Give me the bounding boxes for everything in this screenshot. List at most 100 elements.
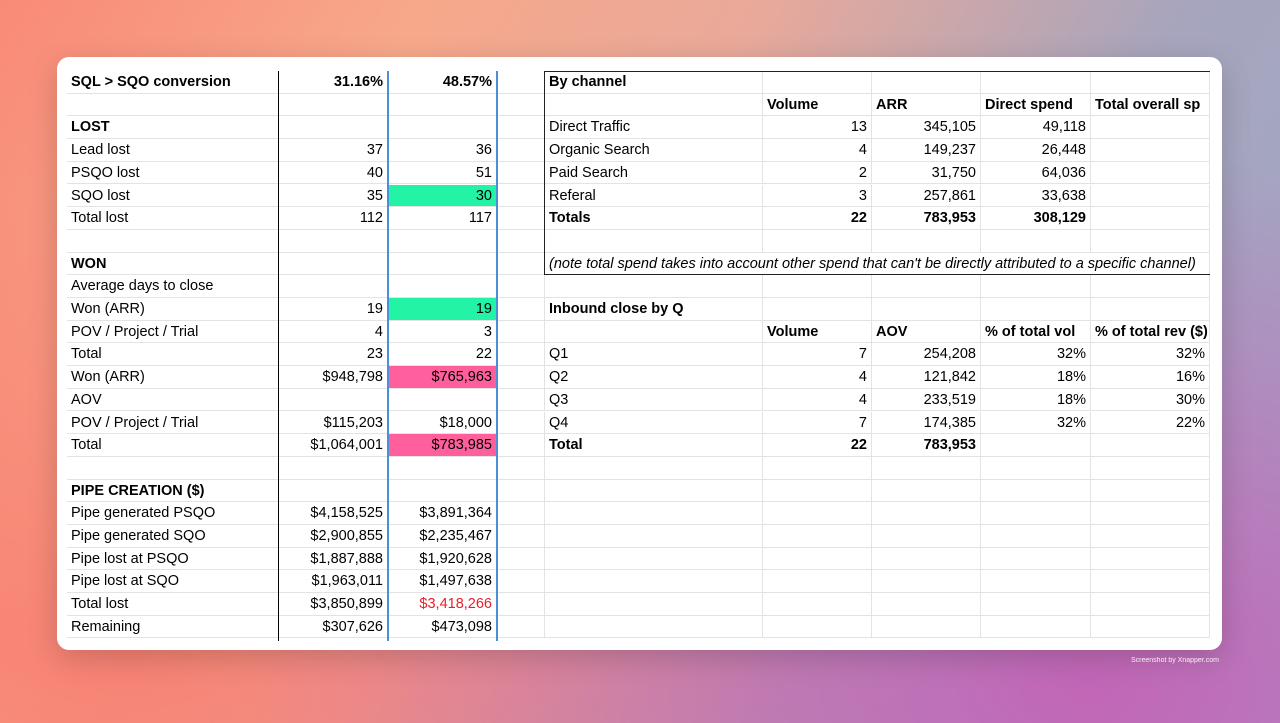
- channel-table-cell[interactable]: Volume: [763, 93, 872, 117]
- row-label-cell[interactable]: [67, 93, 279, 117]
- empty-cell[interactable]: [1091, 615, 1210, 639]
- empty-cell[interactable]: [497, 229, 545, 253]
- value-cell-a[interactable]: [279, 252, 388, 276]
- channel-table-cell[interactable]: [1091, 116, 1210, 140]
- value-cell-a[interactable]: $1,963,011: [279, 570, 388, 594]
- empty-cell[interactable]: [981, 615, 1091, 639]
- value-cell-b[interactable]: 117: [388, 207, 497, 230]
- empty-cell[interactable]: [497, 434, 545, 457]
- empty-cell[interactable]: [1091, 456, 1210, 480]
- empty-cell[interactable]: [497, 139, 545, 162]
- channel-table-cell[interactable]: 7: [763, 411, 872, 435]
- value-cell-b[interactable]: 51: [388, 161, 497, 185]
- value-cell-b[interactable]: $3,418,266: [388, 593, 497, 616]
- empty-cell[interactable]: [497, 366, 545, 389]
- empty-cell[interactable]: [872, 502, 981, 525]
- empty-cell[interactable]: [545, 547, 763, 571]
- channel-table-cell[interactable]: 783,953: [872, 434, 981, 457]
- empty-cell[interactable]: [545, 502, 763, 525]
- empty-cell[interactable]: [497, 525, 545, 548]
- empty-cell[interactable]: [1091, 479, 1210, 503]
- value-cell-b[interactable]: [388, 229, 497, 253]
- row-label-cell[interactable]: Remaining: [67, 615, 279, 639]
- value-cell-b[interactable]: $18,000: [388, 411, 497, 435]
- channel-table-cell[interactable]: Direct Traffic: [545, 116, 763, 140]
- empty-cell[interactable]: [763, 570, 872, 594]
- channel-table-cell[interactable]: 2: [763, 161, 872, 185]
- value-cell-a[interactable]: [279, 229, 388, 253]
- row-label-cell[interactable]: PIPE CREATION ($): [67, 479, 279, 503]
- value-cell-b[interactable]: [388, 388, 497, 412]
- empty-cell[interactable]: [497, 502, 545, 525]
- empty-cell[interactable]: [872, 615, 981, 639]
- empty-cell[interactable]: [763, 593, 872, 616]
- channel-table-cell[interactable]: [872, 229, 981, 253]
- channel-table-cell[interactable]: Total overall sp: [1091, 93, 1210, 117]
- empty-cell[interactable]: [545, 479, 763, 503]
- empty-cell[interactable]: [497, 343, 545, 367]
- value-cell-b[interactable]: 48.57%: [388, 71, 497, 94]
- row-label-cell[interactable]: LOST: [67, 116, 279, 140]
- channel-table-cell[interactable]: 32%: [981, 411, 1091, 435]
- channel-table-cell[interactable]: 22: [763, 434, 872, 457]
- channel-table-cell[interactable]: [1091, 184, 1210, 208]
- channel-table-cell[interactable]: 18%: [981, 366, 1091, 389]
- value-cell-a[interactable]: $115,203: [279, 411, 388, 435]
- row-label-cell[interactable]: SQL > SQO conversion: [67, 71, 279, 94]
- channel-table-cell[interactable]: % of total vol: [981, 320, 1091, 344]
- empty-cell[interactable]: [872, 525, 981, 548]
- empty-cell[interactable]: [497, 116, 545, 140]
- channel-table-cell[interactable]: [763, 229, 872, 253]
- channel-table-cell[interactable]: % of total rev ($): [1091, 320, 1210, 344]
- row-label-cell[interactable]: Total lost: [67, 593, 279, 616]
- channel-table-cell[interactable]: Total: [545, 434, 763, 457]
- value-cell-b[interactable]: $765,963: [388, 366, 497, 389]
- channel-table-cell[interactable]: 308,129: [981, 207, 1091, 230]
- value-cell-b[interactable]: 36: [388, 139, 497, 162]
- empty-cell[interactable]: [545, 525, 763, 548]
- value-cell-a[interactable]: 112: [279, 207, 388, 230]
- row-label-cell[interactable]: WON: [67, 252, 279, 276]
- channel-table-cell[interactable]: 149,237: [872, 139, 981, 162]
- empty-cell[interactable]: [872, 547, 981, 571]
- empty-cell[interactable]: [763, 502, 872, 525]
- value-cell-b[interactable]: 3: [388, 320, 497, 344]
- channel-table-cell[interactable]: 49,118: [981, 116, 1091, 140]
- value-cell-b[interactable]: [388, 116, 497, 140]
- channel-table-cell[interactable]: Q4: [545, 411, 763, 435]
- channel-table-cell[interactable]: 30%: [1091, 388, 1210, 412]
- row-label-cell[interactable]: [67, 456, 279, 480]
- empty-cell[interactable]: [981, 547, 1091, 571]
- channel-table-cell[interactable]: [981, 229, 1091, 253]
- channel-table-cell[interactable]: 16%: [1091, 366, 1210, 389]
- row-label-cell[interactable]: Pipe lost at PSQO: [67, 547, 279, 571]
- value-cell-a[interactable]: $1,064,001: [279, 434, 388, 457]
- value-cell-a[interactable]: $307,626: [279, 615, 388, 639]
- channel-table-cell[interactable]: [872, 275, 981, 298]
- channel-table-cell[interactable]: [1091, 207, 1210, 230]
- empty-cell[interactable]: [497, 456, 545, 480]
- channel-table-cell[interactable]: 4: [763, 388, 872, 412]
- channel-table-cell[interactable]: 233,519: [872, 388, 981, 412]
- value-cell-a[interactable]: $3,850,899: [279, 593, 388, 616]
- empty-cell[interactable]: [497, 615, 545, 639]
- value-cell-a[interactable]: [279, 479, 388, 503]
- empty-cell[interactable]: [497, 479, 545, 503]
- channel-table-cell[interactable]: [1091, 71, 1210, 94]
- channel-table-cell[interactable]: 3: [763, 184, 872, 208]
- channel-table-cell[interactable]: [1091, 275, 1210, 298]
- empty-cell[interactable]: [497, 275, 545, 298]
- channel-table-cell[interactable]: 31,750: [872, 161, 981, 185]
- value-cell-a[interactable]: $2,900,855: [279, 525, 388, 548]
- empty-cell[interactable]: [763, 547, 872, 571]
- channel-table-cell[interactable]: [981, 275, 1091, 298]
- value-cell-a[interactable]: [279, 388, 388, 412]
- value-cell-a[interactable]: [279, 116, 388, 140]
- channel-table-cell[interactable]: Volume: [763, 320, 872, 344]
- empty-cell[interactable]: [763, 615, 872, 639]
- value-cell-b[interactable]: $3,891,364: [388, 502, 497, 525]
- empty-cell[interactable]: [545, 593, 763, 616]
- value-cell-b[interactable]: [388, 252, 497, 276]
- channel-table-cell[interactable]: 22: [763, 207, 872, 230]
- empty-cell[interactable]: [497, 298, 545, 321]
